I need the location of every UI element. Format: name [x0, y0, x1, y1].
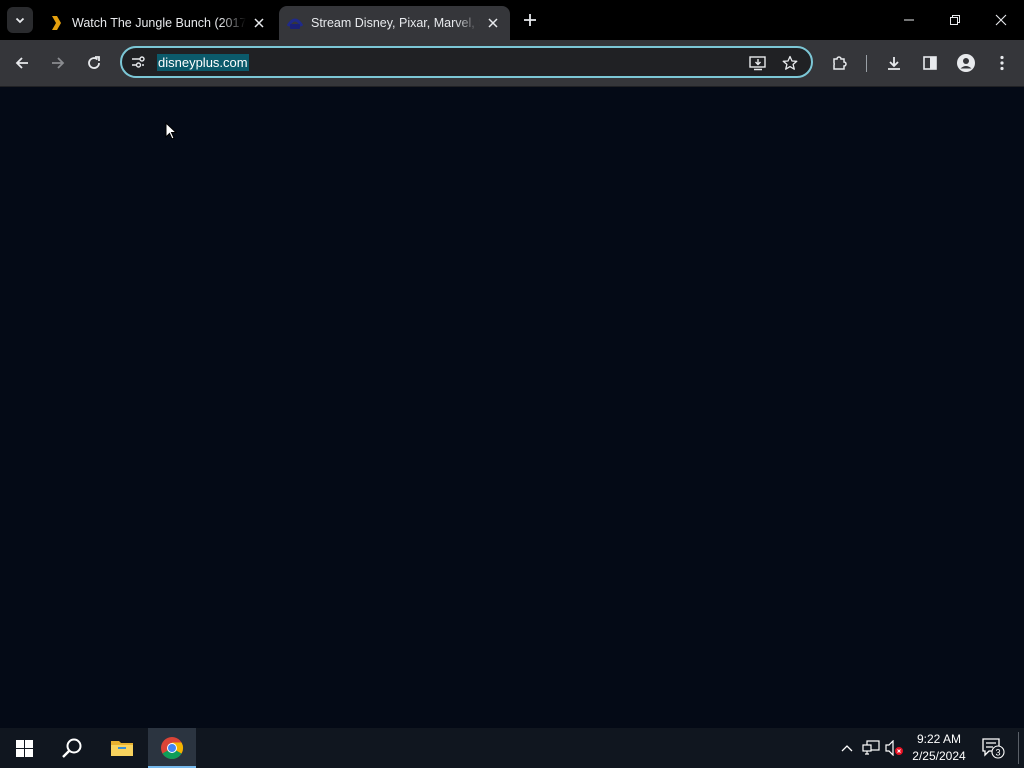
file-explorer-button[interactable]: [98, 728, 146, 768]
profile-button[interactable]: [952, 49, 980, 77]
volume-muted-icon: [885, 740, 903, 756]
back-arrow-icon: [15, 57, 28, 69]
close-tab-icon[interactable]: [484, 14, 502, 32]
bookmark-button[interactable]: [780, 53, 800, 73]
chrome-icon: [161, 737, 183, 759]
plex-chevron-icon: [48, 15, 64, 31]
start-button[interactable]: [0, 728, 48, 768]
notification-count: 3: [995, 748, 1000, 758]
search-button[interactable]: [48, 728, 96, 768]
page-content: [0, 87, 1024, 728]
url-text[interactable]: disneyplus.com: [157, 54, 249, 71]
volume-button[interactable]: [884, 728, 906, 768]
profile-icon: [957, 54, 975, 72]
close-tab-icon[interactable]: [250, 14, 268, 32]
plus-icon: [524, 14, 536, 26]
side-panel-button[interactable]: [916, 49, 944, 77]
restore-button[interactable]: [932, 0, 978, 40]
disney-plus-icon: [287, 15, 303, 31]
browser-menu-button[interactable]: [988, 49, 1016, 77]
puzzle-icon: [833, 56, 847, 70]
download-icon: [888, 57, 900, 70]
clock-date: 2/25/2024: [912, 749, 966, 763]
search-icon: [62, 738, 82, 758]
tune-icon: [132, 56, 145, 68]
tab-strip: Watch The Jungle Bunch (2017) Stream Dis…: [0, 0, 1024, 40]
tab-title: Watch The Jungle Bunch (2017): [72, 16, 246, 30]
downloads-button[interactable]: [880, 49, 908, 77]
chevron-down-icon: [15, 17, 25, 24]
forward-arrow-icon: [52, 57, 65, 69]
tab-title: Stream Disney, Pixar, Marvel, Star Wars: [311, 16, 480, 30]
show-desktop-divider[interactable]: [1018, 732, 1019, 764]
site-info-button[interactable]: [129, 53, 147, 71]
clock-time: 9:22 AM: [916, 732, 962, 746]
forward-button[interactable]: [44, 49, 72, 77]
start-icon: [15, 739, 33, 757]
restore-icon: [950, 15, 960, 25]
reload-button[interactable]: [80, 49, 108, 77]
install-app-button[interactable]: [748, 53, 768, 73]
tab-search-button[interactable]: [7, 7, 33, 33]
reload-icon: [88, 56, 100, 69]
star-icon: [782, 55, 798, 70]
kebab-menu-icon: [1000, 55, 1004, 71]
side-panel-icon: [923, 56, 937, 70]
install-app-icon: [749, 56, 766, 71]
new-tab-button[interactable]: [520, 10, 540, 30]
tab-disney-plus[interactable]: Stream Disney, Pixar, Marvel, Star Wars: [279, 6, 510, 40]
chevron-up-icon: [841, 745, 853, 752]
network-button[interactable]: [860, 728, 882, 768]
extensions-button[interactable]: [826, 49, 854, 77]
tab-jungle-bunch[interactable]: Watch The Jungle Bunch (2017): [40, 6, 276, 40]
close-icon: [995, 14, 1007, 26]
windows-taskbar: 9:22 AM 2/25/2024 3: [0, 728, 1024, 768]
system-clock[interactable]: 9:22 AM 2/25/2024: [904, 731, 974, 765]
close-window-button[interactable]: [978, 0, 1024, 40]
chrome-taskbar-button[interactable]: [148, 728, 196, 768]
address-bar[interactable]: disneyplus.com: [120, 46, 813, 78]
file-explorer-icon: [111, 741, 133, 756]
network-icon: [862, 740, 880, 755]
back-button[interactable]: [8, 49, 36, 77]
minimize-button[interactable]: [886, 0, 932, 40]
minimize-icon: [904, 19, 914, 21]
show-hidden-icons-button[interactable]: [838, 728, 856, 768]
notifications-button[interactable]: 3: [980, 728, 1006, 768]
toolbar-divider: [866, 55, 867, 72]
browser-toolbar: disneyplus.com: [0, 40, 1024, 87]
mouse-cursor-icon: [165, 122, 177, 140]
notification-icon: 3: [982, 738, 1005, 759]
